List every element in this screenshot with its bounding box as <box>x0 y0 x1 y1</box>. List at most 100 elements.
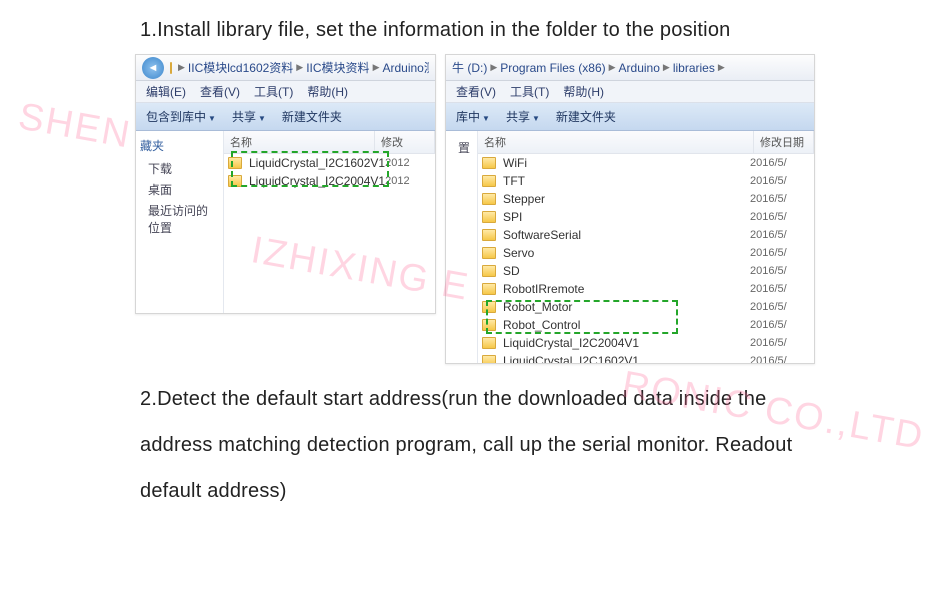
file-name: RobotIRremote <box>503 282 584 296</box>
new-folder[interactable]: 新建文件夹 <box>282 108 342 125</box>
folder-icon <box>482 319 496 331</box>
chevron-right-icon: ▶ <box>178 62 185 73</box>
column-headers[interactable]: 名称 修改 <box>224 131 435 154</box>
list-item[interactable]: WiFi2016/5/ <box>478 154 814 172</box>
breadcrumb-item[interactable]: Arduino <box>619 61 660 75</box>
list-item[interactable]: LiquidCrystal_I2C1602V12016/5/ <box>478 352 814 363</box>
folder-icon <box>228 157 242 169</box>
file-date: 2012 <box>385 157 431 169</box>
new-folder[interactable]: 新建文件夹 <box>556 108 616 125</box>
nav-favorites[interactable]: 藏夹 <box>140 137 219 154</box>
column-date[interactable]: 修改 <box>375 131 435 153</box>
breadcrumb-item[interactable]: Arduino测试程序 <box>382 59 429 76</box>
list-item[interactable]: Robot_Control 2016/5/ <box>478 316 814 334</box>
menu-tools[interactable]: 工具(T) <box>254 83 293 100</box>
file-name: Robot_Control <box>503 318 580 332</box>
chevron-right-icon: ▶ <box>609 62 616 73</box>
list-item[interactable]: LiquidCrystal_I2C1602V1 2012 <box>224 154 435 172</box>
chevron-right-icon: ▶ <box>373 62 380 73</box>
menu-view[interactable]: 查看(V) <box>456 83 496 100</box>
file-date: 2016/5/ <box>750 265 810 277</box>
tool-bar: 包含到库中▼ 共享▼ 新建文件夹 <box>136 103 435 131</box>
list-item[interactable]: LiquidCrystal_I2C2004V12016/5/ <box>478 334 814 352</box>
address-bar[interactable]: 牛 (D:) ▶ Program Files (x86) ▶ Arduino ▶… <box>446 55 814 81</box>
column-headers[interactable]: 名称 修改日期 <box>478 131 814 154</box>
explorer-window-target: 牛 (D:) ▶ Program Files (x86) ▶ Arduino ▶… <box>445 54 815 364</box>
list-item[interactable]: Robot_Motor2016/5/ <box>478 298 814 316</box>
menu-help[interactable]: 帮助(H) <box>307 83 348 100</box>
breadcrumb-item[interactable]: IIC模块资料 <box>306 59 369 76</box>
nav-item-desktop[interactable]: 桌面 <box>140 179 219 200</box>
file-date: 2016/5/ <box>750 247 810 259</box>
list-item[interactable]: TFT 2016/5/ <box>478 172 814 190</box>
folder-icon <box>170 62 172 74</box>
folder-icon <box>482 157 496 169</box>
file-name: LiquidCrystal_I2C1602V1 <box>249 156 385 170</box>
list-item[interactable]: LiquidCrystal_I2C2004V1 2012 <box>224 172 435 190</box>
menu-tools[interactable]: 工具(T) <box>510 83 549 100</box>
list-item[interactable]: SPI 2016/5/ <box>478 208 814 226</box>
file-date: 2012 <box>385 175 431 187</box>
include-in-library[interactable]: 库中▼ <box>456 108 490 125</box>
folder-icon <box>482 175 496 187</box>
folder-icon <box>482 247 496 259</box>
chevron-right-icon: ▶ <box>490 62 497 73</box>
include-in-library[interactable]: 包含到库中▼ <box>146 108 216 125</box>
tool-bar: 库中▼ 共享▼ 新建文件夹 <box>446 103 814 131</box>
chevron-right-icon: ▶ <box>663 62 670 73</box>
nav-item[interactable]: 置 <box>450 137 473 158</box>
folder-icon <box>228 175 242 187</box>
folder-icon <box>482 355 496 363</box>
chevron-right-icon: ▶ <box>296 62 303 73</box>
explorer-window-source: ◄ ▶ IIC模块lcd1602资料 ▶ IIC模块资料 ▶ Arduino测试… <box>135 54 436 314</box>
file-name: Servo <box>503 246 534 260</box>
instruction-step-1: 1.Install library file, set the informat… <box>0 0 950 52</box>
file-name: Stepper <box>503 192 545 206</box>
list-item[interactable]: SD 2016/5/ <box>478 262 814 280</box>
file-date: 2016/5/ <box>750 319 810 331</box>
file-name: LiquidCrystal_I2C1602V1 <box>503 354 639 363</box>
breadcrumb[interactable]: ▶ IIC模块lcd1602资料 ▶ IIC模块资料 ▶ Arduino测试程序… <box>170 59 429 76</box>
column-name[interactable]: 名称 <box>224 131 375 153</box>
breadcrumb-item[interactable]: IIC模块lcd1602资料 <box>188 59 293 76</box>
file-date: 2016/5/ <box>750 229 810 241</box>
share[interactable]: 共享▼ <box>506 108 540 125</box>
nav-item-downloads[interactable]: 下载 <box>140 158 219 179</box>
nav-pane: 藏夹 下载 桌面 最近访问的位置 <box>136 131 224 313</box>
file-list: 名称 修改 LiquidCrystal_I2C1602V1 2012 Liqui… <box>224 131 435 313</box>
file-name: SoftwareSerial <box>503 228 581 242</box>
list-item[interactable]: Stepper2016/5/ <box>478 190 814 208</box>
folder-icon <box>482 193 496 205</box>
file-name: SPI <box>503 210 522 224</box>
list-item[interactable]: RobotIRremote2016/5/ <box>478 280 814 298</box>
file-date: 2016/5/ <box>750 301 810 313</box>
file-name: TFT <box>503 174 525 188</box>
address-bar[interactable]: ◄ ▶ IIC模块lcd1602资料 ▶ IIC模块资料 ▶ Arduino测试… <box>136 55 435 81</box>
list-item[interactable]: Servo 2016/5/ <box>478 244 814 262</box>
nav-item-recent[interactable]: 最近访问的位置 <box>140 200 219 238</box>
file-date: 2016/5/ <box>750 211 810 223</box>
menu-help[interactable]: 帮助(H) <box>563 83 604 100</box>
file-name: WiFi <box>503 156 527 170</box>
menu-view[interactable]: 查看(V) <box>200 83 240 100</box>
list-item[interactable]: SoftwareSerial 2016/5/ <box>478 226 814 244</box>
menu-bar: 查看(V) 工具(T) 帮助(H) <box>446 81 814 103</box>
column-name[interactable]: 名称 <box>478 131 754 153</box>
folder-icon <box>482 229 496 241</box>
folder-icon <box>482 265 496 277</box>
file-name: SD <box>503 264 520 278</box>
breadcrumb-item[interactable]: 牛 (D:) <box>452 59 487 76</box>
menu-bar: 编辑(E) 查看(V) 工具(T) 帮助(H) <box>136 81 435 103</box>
file-date: 2016/5/ <box>750 175 810 187</box>
folder-icon <box>482 283 496 295</box>
folder-icon <box>482 301 496 313</box>
back-button[interactable]: ◄ <box>142 57 164 79</box>
column-date[interactable]: 修改日期 <box>754 131 814 153</box>
breadcrumb-item[interactable]: Program Files (x86) <box>500 61 605 75</box>
share[interactable]: 共享▼ <box>232 108 266 125</box>
breadcrumb[interactable]: 牛 (D:) ▶ Program Files (x86) ▶ Arduino ▶… <box>452 59 808 76</box>
file-name: LiquidCrystal_I2C2004V1 <box>249 174 385 188</box>
file-name: LiquidCrystal_I2C2004V1 <box>503 336 639 350</box>
breadcrumb-item[interactable]: libraries <box>673 61 715 75</box>
menu-edit[interactable]: 编辑(E) <box>146 83 186 100</box>
